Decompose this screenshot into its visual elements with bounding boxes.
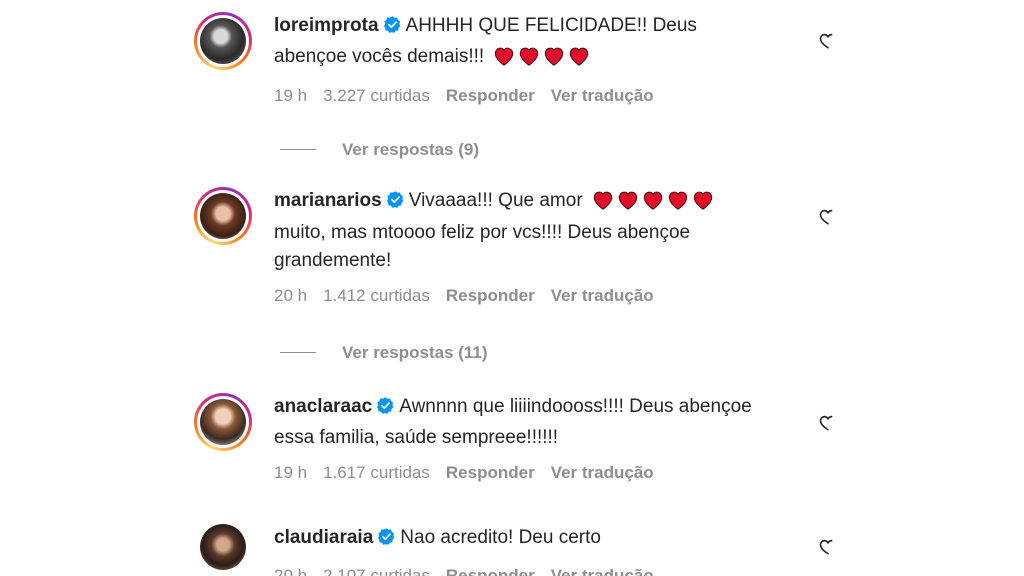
comment-time: 19 h xyxy=(274,86,308,105)
comment-text-line1: Vivaaaa!!! Que amor xyxy=(408,190,583,211)
reply-button[interactable]: Responder xyxy=(446,463,535,482)
red-heart-emoji-icon xyxy=(518,46,540,75)
avatar[interactable] xyxy=(194,187,252,245)
hearts-group xyxy=(592,190,717,219)
verified-badge-icon xyxy=(386,190,405,218)
replies-divider xyxy=(280,352,316,353)
like-heart-outline-icon[interactable] xyxy=(819,414,837,432)
comment-text-line1: Nao acredito! Deu certo xyxy=(400,527,601,548)
comment-meta: 19 h 3.227 curtidas Responder Ver tradução xyxy=(274,86,819,106)
like-count[interactable]: 1.617 curtidas xyxy=(323,463,430,482)
avatar-photo xyxy=(200,399,246,445)
red-heart-emoji-icon xyxy=(493,46,515,75)
red-heart-emoji-icon xyxy=(617,190,639,219)
avatar[interactable] xyxy=(194,518,252,576)
comment-time: 20 h xyxy=(274,286,308,305)
comments-feed: loreimprota AHHHH QUE FELICIDADE!! Deus a… xyxy=(0,0,1024,576)
username[interactable]: loreimprota xyxy=(274,15,379,36)
comment-meta: 20 h 1.412 curtidas Responder Ver tradução xyxy=(274,286,819,306)
comment-body: claudiaraia Nao acredito! Deu certo 20 h2… xyxy=(274,524,819,576)
comment-text-line2: essa familia, saúde sempreee!!!!!! xyxy=(274,427,559,448)
comment-text: claudiaraia Nao acredito! Deu certo xyxy=(274,524,819,555)
avatar-photo xyxy=(200,524,246,570)
like-count[interactable]: 3.227 curtidas xyxy=(323,86,430,105)
comment-time: 20 h xyxy=(274,566,308,576)
red-heart-emoji-icon xyxy=(692,190,714,219)
comment-text-line3: grandemente! xyxy=(274,250,392,271)
avatar[interactable] xyxy=(194,12,252,70)
avatar-photo xyxy=(200,193,246,239)
translate-button[interactable]: Ver tradução xyxy=(551,566,654,576)
translate-button[interactable]: Ver tradução xyxy=(551,86,654,105)
comment-body: anaclaraac Awnnnn que liiiindoooss!!!! De… xyxy=(274,393,819,483)
comment-text-line1: Awnnnn que liiiindoooss!!!! Deus abençoe xyxy=(399,396,752,417)
username[interactable]: claudiaraia xyxy=(274,527,373,548)
verified-badge-icon xyxy=(376,396,395,424)
like-count[interactable]: 1.412 curtidas xyxy=(323,286,430,305)
comment-text: anaclaraac Awnnnn que liiiindoooss!!!! De… xyxy=(274,393,819,452)
view-replies-label: Ver respostas (11) xyxy=(342,343,488,362)
comment-body: marianarios Vivaaaa!!! Que amor muito, ma… xyxy=(274,187,819,306)
comment-text: marianarios Vivaaaa!!! Que amor muito, ma… xyxy=(274,187,819,275)
username[interactable]: anaclaraac xyxy=(274,396,372,417)
red-heart-emoji-icon xyxy=(667,190,689,219)
translate-button[interactable]: Ver tradução xyxy=(551,286,654,305)
comment-text: loreimprota AHHHH QUE FELICIDADE!! Deus a… xyxy=(274,12,819,75)
like-count[interactable]: 2.107 curtidas xyxy=(323,566,430,576)
like-heart-outline-icon[interactable] xyxy=(819,538,837,556)
view-replies-button[interactable]: Ver respostas (9) xyxy=(280,140,479,160)
reply-button[interactable]: Responder xyxy=(446,86,535,105)
avatar[interactable] xyxy=(194,393,252,451)
comment-text-line2: muito, mas mtoooo feliz por vcs!!!! Deus… xyxy=(274,222,691,243)
hearts-group xyxy=(493,46,593,75)
red-heart-emoji-icon xyxy=(543,46,565,75)
comment-time: 19 h xyxy=(274,463,308,482)
view-replies-button[interactable]: Ver respostas (11) xyxy=(280,343,488,363)
comment-meta: 20 h 2.107 curtidas Responder Ver tradução xyxy=(274,566,819,576)
red-heart-emoji-icon xyxy=(568,46,590,75)
like-heart-outline-icon[interactable] xyxy=(819,208,837,226)
reply-button[interactable]: Responder xyxy=(446,286,535,305)
comment-body: loreimprota AHHHH QUE FELICIDADE!! Deus a… xyxy=(274,12,819,106)
verified-badge-icon xyxy=(377,527,396,555)
translate-button[interactable]: Ver tradução xyxy=(551,463,654,482)
comment-text-line1: AHHHH QUE FELICIDADE!! Deus xyxy=(405,15,697,36)
avatar-photo xyxy=(200,18,246,64)
comment-meta: 19 h 1.617 curtidas Responder Ver tradução xyxy=(274,463,819,483)
username[interactable]: marianarios xyxy=(274,190,382,211)
verified-badge-icon xyxy=(383,15,402,43)
red-heart-emoji-icon xyxy=(592,190,614,219)
red-heart-emoji-icon xyxy=(642,190,664,219)
view-replies-label: Ver respostas (9) xyxy=(342,140,480,159)
comment-text-line2: abençoe vocês demais!!! xyxy=(274,46,485,67)
like-heart-outline-icon[interactable] xyxy=(819,32,837,50)
replies-divider xyxy=(280,149,316,150)
reply-button[interactable]: Responder xyxy=(446,566,535,576)
